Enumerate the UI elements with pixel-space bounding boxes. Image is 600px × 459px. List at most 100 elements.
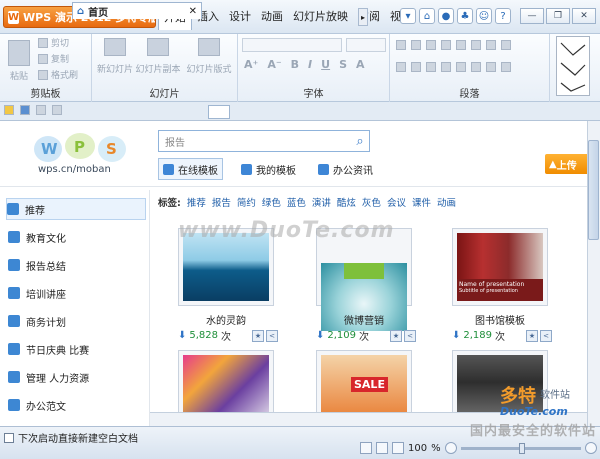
duplicate-slide-button[interactable]: 幻灯片副本 (134, 38, 182, 75)
close-button[interactable]: ✕ (572, 8, 596, 24)
new-slide-button[interactable]: 新幻灯片 (96, 38, 134, 75)
slideshow-view-icon[interactable] (392, 442, 404, 454)
tag-link[interactable]: 课件 (412, 195, 431, 209)
zoom-slider-knob[interactable] (518, 442, 525, 454)
tag-link[interactable]: 演讲 (312, 195, 331, 209)
tab-slideshow[interactable]: 幻灯片放映 (288, 6, 353, 28)
template-card[interactable]: SALE (316, 350, 416, 412)
search-input[interactable]: 报告 (158, 130, 370, 152)
template-card[interactable]: 微博营销 ⬇ 2,109 次 ★ < (316, 228, 416, 344)
sidebar-item-business[interactable]: 商务计划 (8, 310, 146, 332)
logo-url[interactable]: wps.cn/moban (38, 164, 111, 175)
align-left-icon[interactable] (396, 62, 406, 72)
sidebar-item-training[interactable]: 培训讲座 (8, 282, 146, 304)
tag-link[interactable]: 灰色 (362, 195, 381, 209)
vertical-scroll-thumb[interactable] (588, 140, 599, 240)
redo-icon[interactable] (52, 105, 62, 115)
tag-link[interactable]: 蓝色 (287, 195, 306, 209)
card-title[interactable]: 图书馆模板 (452, 312, 548, 327)
font-name-select[interactable] (242, 38, 342, 52)
startup-checkbox[interactable]: 下次启动直接新建空白文档 (4, 430, 138, 445)
outdent-icon[interactable] (426, 40, 436, 50)
favorite-icon[interactable]: ★ (252, 329, 264, 342)
share-icon[interactable]: < (404, 329, 416, 342)
tab-office-news[interactable]: 办公资讯 (314, 158, 377, 180)
tab-animation[interactable]: 动画 (256, 6, 288, 28)
card-title[interactable]: 水的灵韵 (178, 312, 274, 327)
save-icon[interactable] (20, 105, 30, 115)
tag-link[interactable]: 会议 (387, 195, 406, 209)
tag-link[interactable]: 推荐 (187, 195, 206, 209)
shapes-gallery[interactable] (556, 36, 590, 96)
tab-my-templates[interactable]: 我的模板 (237, 158, 300, 180)
new-tab-button[interactable] (208, 105, 230, 119)
restore-button[interactable]: ❐ (546, 8, 570, 24)
decrease-font-button[interactable]: A⁻ (267, 58, 281, 71)
zoom-slider[interactable] (460, 442, 581, 454)
zoom-out-icon[interactable] (444, 442, 457, 454)
grid-icon[interactable] (486, 62, 496, 72)
increase-font-button[interactable]: A⁺ (244, 58, 258, 71)
tab-scroll-right-button[interactable]: ▸ (358, 8, 368, 26)
format-painter-button[interactable]: 格式刷 (38, 68, 78, 81)
tag-link[interactable]: 动画 (437, 195, 456, 209)
template-thumbnail[interactable]: SALE (316, 350, 412, 412)
underline-button[interactable]: U (321, 58, 330, 71)
open-folder-icon[interactable] (4, 105, 14, 115)
sidebar-item-management[interactable]: 管理 人力资源 (8, 366, 146, 388)
sidebar-item-reports[interactable]: 报告总结 (8, 254, 146, 276)
italic-button[interactable]: I (308, 58, 312, 71)
tab-online-templates[interactable]: 在线模板 (158, 158, 223, 180)
zoom-in-icon[interactable] (584, 442, 597, 454)
tag-link[interactable]: 酷炫 (337, 195, 356, 209)
template-card[interactable] (178, 350, 278, 412)
indent-icon[interactable] (441, 40, 451, 50)
font-size-select[interactable] (346, 38, 386, 52)
dropdown-icon[interactable]: ▾ (400, 8, 416, 24)
share-icon[interactable]: < (540, 329, 552, 342)
number-list-icon[interactable] (411, 40, 421, 50)
slide-layout-button[interactable]: 幻灯片版式 (184, 38, 234, 75)
share-icon[interactable]: < (266, 329, 278, 342)
home-doc-tab[interactable]: ⌂ 首页 ✕ (72, 2, 202, 19)
tab-design[interactable]: 设计 (224, 6, 256, 28)
bullet-list-icon[interactable] (396, 40, 406, 50)
columns-icon[interactable] (486, 40, 496, 50)
table-icon[interactable] (471, 62, 481, 72)
font-color-button[interactable]: A (356, 58, 365, 71)
cut-button[interactable]: 剪切 (38, 36, 69, 49)
undo-icon[interactable] (36, 105, 46, 115)
copy-button[interactable]: 复制 (38, 52, 69, 65)
tag-link[interactable]: 绿色 (262, 195, 281, 209)
favorite-icon[interactable]: ★ (390, 329, 402, 342)
users-icon[interactable]: ♣ (457, 8, 473, 24)
distribute-icon[interactable] (456, 62, 466, 72)
globe-icon[interactable]: ● (438, 8, 454, 24)
close-tab-icon[interactable]: ✕ (189, 6, 197, 17)
template-thumbnail[interactable]: Name of presentation Subtitle of present… (452, 228, 548, 306)
template-card[interactable]: Name of presentation Subtitle of present… (452, 228, 552, 344)
checkbox-box[interactable] (4, 432, 14, 443)
align-right-icon[interactable] (426, 62, 436, 72)
home-icon[interactable]: ⌂ (419, 8, 435, 24)
card-title[interactable]: 微博营销 (316, 312, 412, 327)
sidebar-item-recommended[interactable]: 推荐 (6, 198, 146, 220)
search-icon[interactable]: ⌕ (352, 133, 368, 149)
justify-icon[interactable] (441, 62, 451, 72)
normal-view-icon[interactable] (360, 442, 372, 454)
template-card[interactable]: 水的灵韵 ⬇ 5,828 次 ★ < (178, 228, 278, 344)
bold-button[interactable]: B (291, 58, 299, 71)
sort-icon[interactable] (471, 40, 481, 50)
tag-link[interactable]: 简约 (237, 195, 256, 209)
paste-button[interactable]: 粘贴 (8, 40, 30, 82)
favorite-icon[interactable]: ★ (526, 329, 538, 342)
help-icon[interactable]: ? (495, 8, 511, 24)
align-center-icon[interactable] (411, 62, 421, 72)
upload-button[interactable]: ▲ 上传 (545, 154, 587, 174)
text-direction-icon[interactable] (501, 40, 511, 50)
user-icon[interactable]: ☺ (476, 8, 492, 24)
sorter-view-icon[interactable] (376, 442, 388, 454)
line-spacing-icon[interactable] (456, 40, 466, 50)
sidebar-item-office-docs[interactable]: 办公范文 (8, 394, 146, 416)
strikethrough-button[interactable]: S (339, 58, 347, 71)
